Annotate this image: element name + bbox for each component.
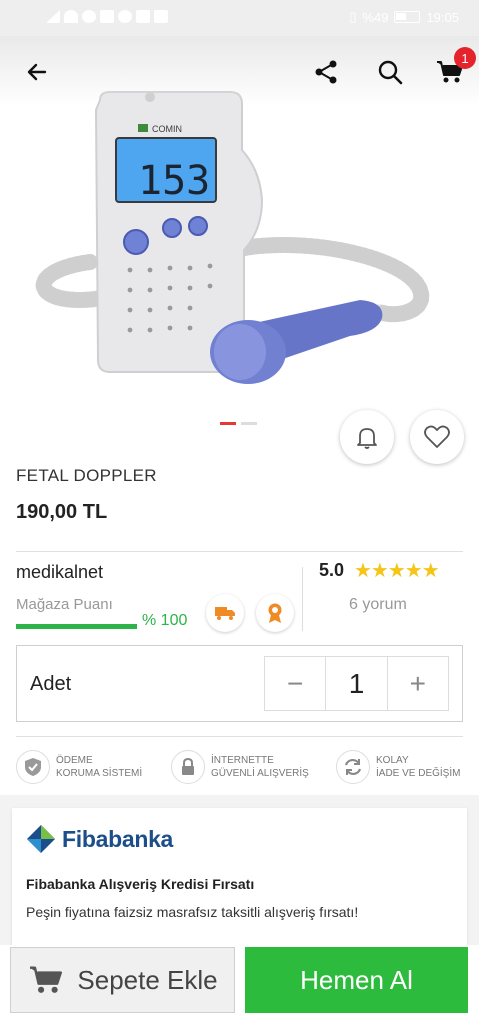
truck-icon	[215, 607, 235, 620]
device-brand-text: COMIN	[152, 124, 182, 134]
search-button[interactable]	[374, 56, 406, 88]
share-icon	[315, 60, 337, 84]
lock-icon	[171, 750, 205, 784]
signal-icon	[46, 10, 60, 23]
feature-secure-shopping: İNTERNETTE GÜVENLİ ALIŞVERİŞ	[171, 750, 309, 784]
wifi-icon	[64, 10, 78, 23]
device-display-text: 153	[138, 158, 210, 204]
bell-icon	[357, 428, 377, 449]
refresh-icon	[336, 750, 370, 784]
message-icon	[154, 10, 168, 23]
rating-value: 5.0	[319, 560, 345, 580]
share-button[interactable]	[310, 56, 342, 88]
status-right: ▯ %49 19:05	[349, 9, 459, 25]
back-arrow-icon	[27, 63, 47, 81]
seller-award-badge[interactable]	[256, 594, 294, 632]
image-notification-icon	[100, 10, 114, 23]
clock: 19:05	[426, 9, 459, 25]
feature-line: KORUMA SİSTEMİ	[56, 768, 143, 779]
heart-icon	[424, 425, 450, 448]
promo-description: Peşin fiyatına faizsiz masrafsız taksitl…	[26, 904, 359, 920]
notify-button[interactable]	[340, 410, 394, 464]
seller-name[interactable]: medikalnet	[16, 562, 103, 583]
product-title: FETAL DOPPLER	[16, 466, 157, 485]
image-pager[interactable]	[220, 422, 257, 425]
feature-line: İADE VE DEĞİŞİM	[376, 768, 461, 779]
review-count-link[interactable]: 6 yorum	[349, 596, 407, 614]
back-button[interactable]	[21, 56, 53, 88]
product-price: 190,00 TL	[16, 501, 108, 523]
status-bar: ▯ %49 19:05	[0, 0, 479, 36]
fast-shipping-badge[interactable]	[206, 594, 244, 632]
quantity-stepper: − 1 +	[264, 656, 449, 711]
bank-name: Fibabanka	[62, 825, 174, 852]
divider	[16, 736, 463, 737]
feature-payment-protection: ÖDEME KORUMA SİSTEMİ	[16, 750, 142, 784]
shield-check-icon	[16, 750, 50, 784]
fibabanka-diamond-icon	[27, 825, 55, 853]
battery-icon	[394, 11, 421, 23]
ribbon-icon	[268, 603, 282, 623]
decrease-quantity-button[interactable]: −	[265, 657, 325, 710]
feature-easy-returns: KOLAY İADE VE DEĞİŞİM	[336, 750, 460, 784]
battery-percent: %49	[362, 9, 389, 25]
cart-icon	[30, 966, 63, 993]
notification-icons	[46, 10, 168, 23]
whatsapp-icon	[118, 10, 132, 23]
add-to-cart-button[interactable]: Sepete Ekle	[10, 947, 235, 1013]
store-score-label: Mağaza Puanı	[16, 596, 113, 613]
divider	[302, 567, 303, 631]
pager-dot-active[interactable]	[220, 422, 236, 425]
feature-line: İNTERNETTE	[211, 755, 274, 766]
feature-line: KOLAY	[376, 755, 409, 766]
fibabanka-logo: Fibabanka	[26, 824, 173, 854]
cart-count-badge: 1	[454, 47, 476, 69]
quantity-label: Adet	[30, 673, 72, 695]
buy-now-button[interactable]: Hemen Al	[245, 947, 468, 1013]
store-score-bar	[16, 624, 137, 629]
top-nav-bar	[0, 36, 479, 106]
add-to-cart-label: Sepete Ekle	[77, 964, 218, 995]
app-notification-icon	[82, 10, 96, 23]
store-score-percent: % 100	[142, 612, 188, 629]
feature-line: ÖDEME	[56, 755, 93, 766]
mail-icon	[136, 10, 150, 23]
rating-stars: ★★★★★	[354, 560, 440, 582]
divider	[16, 551, 463, 552]
vibrate-icon: ▯	[349, 9, 357, 24]
promo-title: Fibabanka Alışveriş Kredisi Fırsatı	[26, 876, 255, 892]
quantity-value[interactable]: 1	[325, 657, 388, 710]
feature-line: GÜVENLİ ALIŞVERİŞ	[211, 768, 309, 779]
increase-quantity-button[interactable]: +	[388, 657, 448, 710]
favorite-button[interactable]	[410, 410, 464, 464]
pager-dot[interactable]	[241, 422, 257, 425]
search-icon	[378, 60, 403, 85]
